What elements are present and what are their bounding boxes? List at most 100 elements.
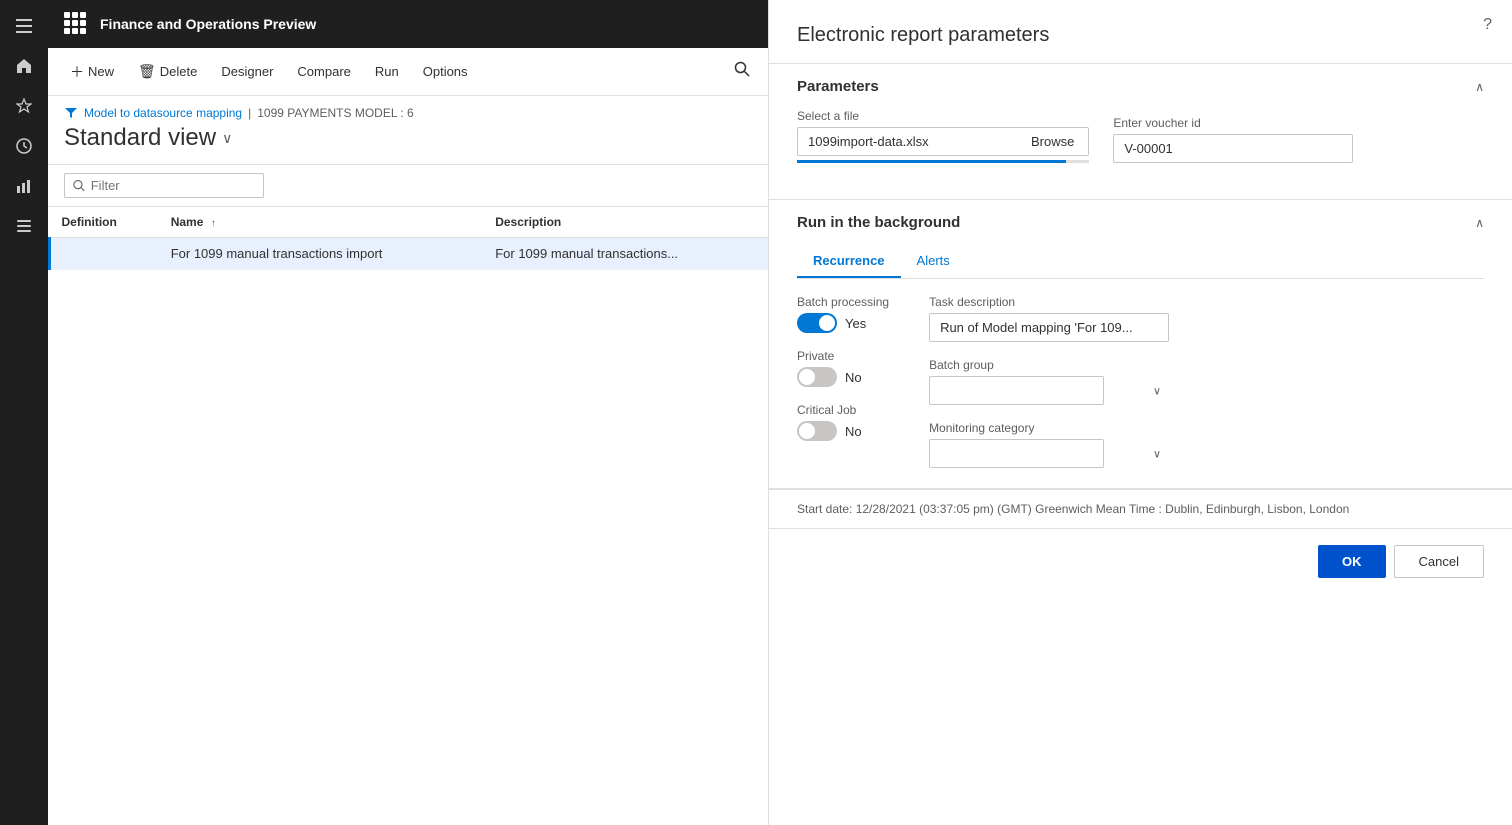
clock-icon[interactable] xyxy=(6,128,42,164)
apps-grid-icon[interactable] xyxy=(64,12,88,36)
critical-job-group: Critical Job No xyxy=(797,403,889,441)
batch-toggle-label: Yes xyxy=(845,316,866,331)
app-title: Finance and Operations Preview xyxy=(100,16,316,32)
star-icon[interactable] xyxy=(6,88,42,124)
cancel-button[interactable]: Cancel xyxy=(1394,545,1484,578)
browse-button[interactable]: Browse xyxy=(1017,127,1089,156)
toolbar: ＋ New 🗑 Delete Designer Compare Run Opti… xyxy=(48,48,768,96)
table-header-row: Definition Name ↑ Description xyxy=(50,207,769,238)
background-chevron-icon: ∧ xyxy=(1475,216,1484,230)
batch-toggle-thumb xyxy=(819,315,835,331)
voucher-group: Enter voucher id xyxy=(1113,116,1353,163)
critical-job-toggle-wrap: No xyxy=(797,421,889,441)
parameters-section-header[interactable]: Parameters ∧ xyxy=(769,64,1512,109)
voucher-input[interactable] xyxy=(1113,134,1353,163)
parameters-section-body: Select a file Browse Enter voucher id xyxy=(769,109,1512,199)
tab-recurrence[interactable]: Recurrence xyxy=(797,245,901,278)
run-button[interactable]: Run xyxy=(365,58,409,85)
new-icon: ＋ xyxy=(70,62,84,82)
breadcrumb-current: 1099 PAYMENTS MODEL : 6 xyxy=(257,106,414,120)
monitoring-category-chevron-icon: ∨ xyxy=(1153,447,1161,460)
view-title: Standard view ∨ xyxy=(64,124,752,160)
batch-group-chevron-icon: ∨ xyxy=(1153,384,1161,397)
breadcrumb-link[interactable]: Model to datasource mapping xyxy=(84,106,242,120)
critical-job-toggle[interactable] xyxy=(797,421,837,441)
col-name: Name ↑ xyxy=(159,207,484,238)
col-definition: Definition xyxy=(50,207,159,238)
new-button[interactable]: ＋ New xyxy=(60,56,124,88)
main-panel: Finance and Operations Preview ＋ New 🗑 D… xyxy=(48,0,768,825)
background-section-body: Recurrence Alerts Batch processing xyxy=(769,245,1512,488)
help-icon[interactable]: ? xyxy=(1483,16,1492,34)
background-section-header[interactable]: Run in the background ∧ xyxy=(769,200,1512,245)
tab-alerts[interactable]: Alerts xyxy=(901,245,966,278)
status-text: Start date: 12/28/2021 (03:37:05 pm) (GM… xyxy=(797,502,1349,516)
delete-icon: 🗑 xyxy=(138,63,156,80)
private-toggle[interactable] xyxy=(797,367,837,387)
search-button[interactable] xyxy=(728,55,756,88)
home-icon[interactable] xyxy=(6,48,42,84)
breadcrumb-separator: | xyxy=(248,106,251,120)
monitoring-category-label: Monitoring category xyxy=(929,421,1169,435)
compare-button[interactable]: Compare xyxy=(287,58,360,85)
filter-bar xyxy=(48,165,768,207)
data-table: Definition Name ↑ Description For 1099 m… xyxy=(48,207,768,270)
batch-processing-group: Batch processing Yes xyxy=(797,295,889,333)
voucher-label: Enter voucher id xyxy=(1113,116,1353,130)
view-title-chevron-icon[interactable]: ∨ xyxy=(222,130,232,147)
batch-toggle-wrap: Yes xyxy=(797,313,889,333)
private-toggle-thumb xyxy=(799,369,815,385)
sort-icon[interactable]: ↑ xyxy=(211,218,216,229)
hamburger-menu-icon[interactable] xyxy=(6,8,42,44)
list-icon[interactable] xyxy=(6,208,42,244)
status-bar: Start date: 12/28/2021 (03:37:05 pm) (GM… xyxy=(769,489,1512,528)
batch-group-label: Batch group xyxy=(929,358,1169,372)
file-row: Select a file Browse Enter voucher id xyxy=(797,109,1484,163)
right-panel: Electronic report parameters ? Parameter… xyxy=(768,0,1512,825)
monitoring-category-select[interactable] xyxy=(929,439,1104,468)
file-group: Select a file Browse xyxy=(797,109,1089,163)
progress-bar xyxy=(797,160,1066,163)
critical-job-toggle-thumb xyxy=(799,423,815,439)
cell-name: For 1099 manual transactions import xyxy=(159,238,484,270)
options-button[interactable]: Options xyxy=(413,58,478,85)
private-toggle-wrap: No xyxy=(797,367,889,387)
critical-job-toggle-label: No xyxy=(845,424,862,439)
table-row[interactable]: For 1099 manual transactions import For … xyxy=(50,238,769,270)
private-toggle-label: No xyxy=(845,370,862,385)
parameters-section: Parameters ∧ Select a file Browse xyxy=(769,64,1512,200)
batch-group-select[interactable] xyxy=(929,376,1104,405)
dialog-header: Electronic report parameters ? xyxy=(769,0,1512,64)
filter-input-wrap xyxy=(64,173,264,198)
filter-input[interactable] xyxy=(91,178,255,193)
designer-button[interactable]: Designer xyxy=(211,58,283,85)
task-desc-group: Task description xyxy=(929,295,1169,342)
cell-definition xyxy=(50,238,159,270)
background-section: Run in the background ∧ Recurrence Alert… xyxy=(769,200,1512,489)
filter-icon xyxy=(64,106,78,120)
filter-search-icon xyxy=(73,179,85,192)
section-tabs: Recurrence Alerts xyxy=(797,245,1484,279)
file-input[interactable] xyxy=(797,127,1017,156)
ok-button[interactable]: OK xyxy=(1318,545,1386,578)
cell-description: For 1099 manual transactions... xyxy=(483,238,768,270)
breadcrumb: Model to datasource mapping | 1099 PAYME… xyxy=(64,106,752,120)
two-col-layout: Batch processing Yes Private xyxy=(797,295,1484,468)
background-section-title: Run in the background xyxy=(797,214,960,231)
chart-icon[interactable] xyxy=(6,168,42,204)
batch-group-select-wrap: ∨ xyxy=(929,376,1169,405)
delete-button[interactable]: 🗑 Delete xyxy=(128,57,207,86)
private-label: Private xyxy=(797,349,889,363)
dialog-title: Electronic report parameters xyxy=(797,24,1484,47)
progress-bar-wrap xyxy=(797,160,1089,163)
task-desc-input[interactable] xyxy=(929,313,1169,342)
task-desc-label: Task description xyxy=(929,295,1169,309)
right-col: Task description Batch group ∨ xyxy=(929,295,1169,468)
batch-toggle[interactable] xyxy=(797,313,837,333)
file-input-wrap: Browse xyxy=(797,127,1089,156)
parameters-section-title: Parameters xyxy=(797,78,879,95)
top-header: Finance and Operations Preview xyxy=(48,0,768,48)
batch-processing-label: Batch processing xyxy=(797,295,889,309)
table-area: Definition Name ↑ Description For 1099 m… xyxy=(48,207,768,825)
left-col: Batch processing Yes Private xyxy=(797,295,889,468)
